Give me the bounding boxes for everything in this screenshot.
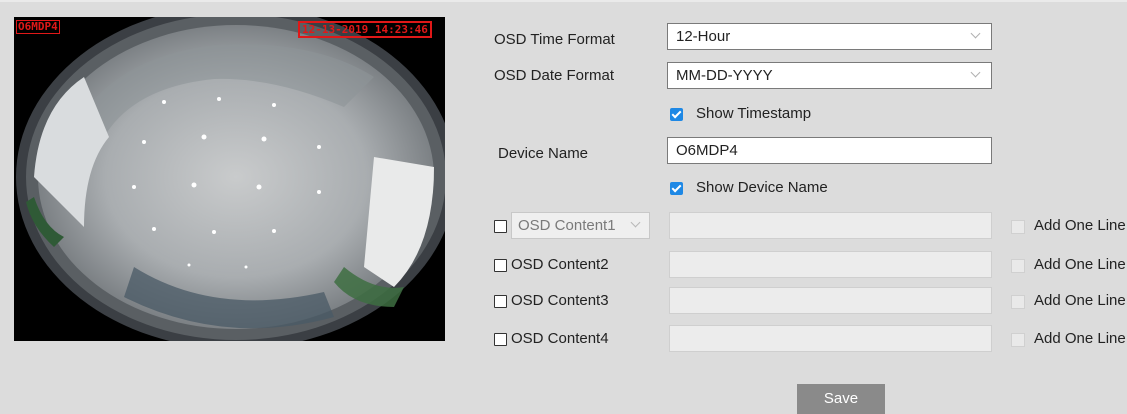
- osd-content4-label: OSD Content4: [511, 330, 609, 347]
- time-format-value: 12-Hour: [676, 28, 731, 45]
- fisheye-image: [14, 17, 445, 341]
- chevron-down-icon: [970, 67, 981, 78]
- osd-content1-value: OSD Content1: [518, 217, 616, 234]
- date-format-label: OSD Date Format: [494, 67, 615, 84]
- osd-device-name-overlay: O6MDP4: [16, 20, 60, 34]
- time-format-label: OSD Time Format: [494, 31, 615, 48]
- osd-content3-checkbox[interactable]: [494, 295, 507, 308]
- save-button[interactable]: Save: [797, 384, 885, 414]
- time-format-select[interactable]: 12-Hour: [667, 23, 992, 50]
- date-format-select[interactable]: MM-DD-YYYY: [667, 62, 992, 89]
- show-device-name-label: Show Device Name: [696, 179, 828, 196]
- add-one-line4-label: Add One Line: [1034, 330, 1126, 347]
- add-one-line3-checkbox[interactable]: [1011, 295, 1025, 309]
- add-one-line2-checkbox[interactable]: [1011, 259, 1025, 273]
- osd-content2-checkbox[interactable]: [494, 259, 507, 272]
- add-one-line2-label: Add One Line: [1034, 256, 1126, 273]
- device-name-value: O6MDP4: [676, 142, 738, 159]
- osd-content1-checkbox[interactable]: [494, 220, 507, 233]
- osd-content4-input[interactable]: [669, 325, 992, 352]
- chevron-down-icon: [630, 217, 641, 228]
- camera-preview: O6MDP4 12-13-2019 14:23:46: [14, 17, 445, 341]
- show-timestamp-label: Show Timestamp: [696, 105, 812, 122]
- top-divider: [0, 0, 1127, 2]
- osd-content1-select[interactable]: OSD Content1: [511, 212, 650, 239]
- osd-content3-label: OSD Content3: [511, 292, 609, 309]
- add-one-line1-label: Add One Line: [1034, 217, 1126, 234]
- date-format-value: MM-DD-YYYY: [676, 67, 773, 84]
- osd-content4-checkbox[interactable]: [494, 333, 507, 346]
- add-one-line4-checkbox[interactable]: [1011, 333, 1025, 347]
- device-name-input[interactable]: O6MDP4: [667, 137, 992, 164]
- show-timestamp-checkbox[interactable]: [670, 108, 683, 121]
- add-one-line1-checkbox[interactable]: [1011, 220, 1025, 234]
- osd-content2-label: OSD Content2: [511, 256, 609, 273]
- osd-content3-input[interactable]: [669, 287, 992, 314]
- osd-timestamp-overlay: 12-13-2019 14:23:46: [298, 21, 432, 38]
- show-device-name-checkbox[interactable]: [670, 182, 683, 195]
- chevron-down-icon: [970, 28, 981, 39]
- device-name-label: Device Name: [498, 145, 589, 162]
- osd-content1-input[interactable]: [669, 212, 992, 239]
- osd-content2-input[interactable]: [669, 251, 992, 278]
- add-one-line3-label: Add One Line: [1034, 292, 1126, 309]
